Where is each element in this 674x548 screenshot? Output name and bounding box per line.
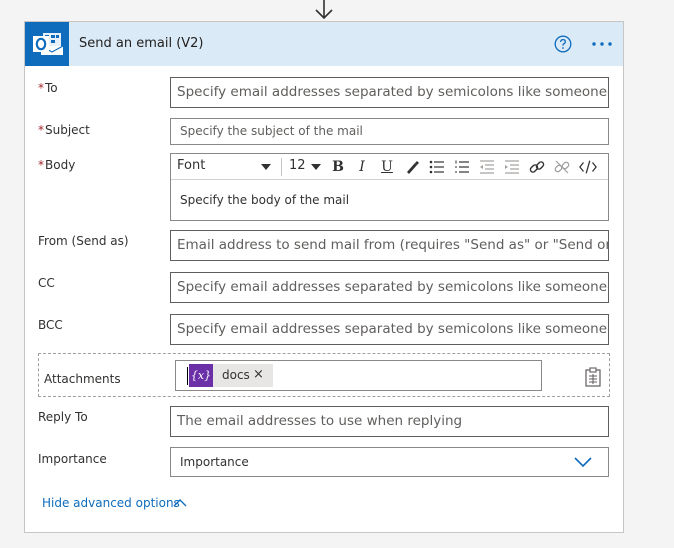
toolbar-separator <box>281 158 282 176</box>
body-label: *Body <box>38 158 75 172</box>
italic-button[interactable]: I <box>353 158 371 176</box>
hide-advanced-options-link[interactable]: Hide advanced options <box>42 496 180 510</box>
reply-to-label: Reply To <box>38 410 88 424</box>
font-size-select[interactable]: 12 <box>289 158 306 173</box>
underline-button[interactable]: U <box>378 158 396 176</box>
outlook-icon <box>25 22 69 66</box>
rich-text-toolbar: Font 12 B I U <box>171 154 608 180</box>
caret-down-icon[interactable] <box>311 164 321 170</box>
font-family-select[interactable]: Font <box>177 158 205 173</box>
from-label: From (Send as) <box>38 234 129 248</box>
expression-icon: {x} <box>189 364 213 387</box>
chevron-down-icon[interactable] <box>574 457 592 468</box>
switch-to-array-icon[interactable] <box>584 367 602 387</box>
bcc-label: BCC <box>38 318 63 332</box>
importance-select-value: Importance <box>180 455 249 469</box>
bcc-input[interactable]: Specify email addresses separated by sem… <box>170 314 609 345</box>
to-input[interactable]: Specify email addresses separated by sem… <box>170 77 609 108</box>
importance-select[interactable]: Importance <box>170 447 609 477</box>
reply-to-input[interactable]: The email addresses to use when replying <box>170 406 609 437</box>
cc-label: CC <box>38 276 55 290</box>
link-icon[interactable] <box>528 158 546 176</box>
attachments-label: Attachments <box>44 372 121 386</box>
subject-label: *Subject <box>38 123 90 137</box>
attachments-input[interactable]: {x} docs × <box>175 360 542 391</box>
subject-input[interactable]: Specify the subject of the mail <box>170 118 609 145</box>
help-icon[interactable] <box>554 35 572 53</box>
bold-button[interactable]: B <box>329 158 347 176</box>
remove-token-icon[interactable]: × <box>253 367 264 382</box>
from-input[interactable]: Email address to send mail from (require… <box>170 230 609 261</box>
more-options-icon[interactable] <box>591 36 613 52</box>
caret-down-icon[interactable] <box>261 164 271 170</box>
chevron-up-icon[interactable] <box>173 498 187 507</box>
text-cursor <box>187 367 188 385</box>
required-mark: * <box>38 81 44 95</box>
required-mark: * <box>38 158 44 172</box>
subject-label-text: Subject <box>45 123 90 137</box>
numbered-list-icon[interactable] <box>453 158 471 176</box>
required-mark: * <box>38 123 44 137</box>
body-placeholder: Specify the body of the mail <box>180 193 350 207</box>
decrease-indent-icon[interactable] <box>478 158 496 176</box>
code-view-icon[interactable] <box>579 158 597 176</box>
unlink-icon[interactable] <box>553 158 571 176</box>
increase-indent-icon[interactable] <box>503 158 521 176</box>
card-header[interactable]: Send an email (V2) <box>25 22 623 66</box>
body-editor[interactable]: Font 12 B I U Specify the body of the ma… <box>170 153 609 221</box>
send-email-action-card: Send an email (V2) *To Specify email add… <box>24 21 624 533</box>
body-label-text: Body <box>45 158 76 172</box>
to-label: *To <box>38 81 58 95</box>
to-label-text: To <box>45 81 58 95</box>
token-label: docs <box>222 368 250 382</box>
highlight-icon[interactable] <box>403 158 421 176</box>
dynamic-content-token[interactable]: {x} docs × <box>189 364 273 387</box>
cc-input[interactable]: Specify email addresses separated by sem… <box>170 272 609 303</box>
importance-label: Importance <box>38 452 107 466</box>
bulleted-list-icon[interactable] <box>428 158 446 176</box>
card-title: Send an email (V2) <box>79 36 204 51</box>
arrow-down-icon <box>315 0 333 20</box>
